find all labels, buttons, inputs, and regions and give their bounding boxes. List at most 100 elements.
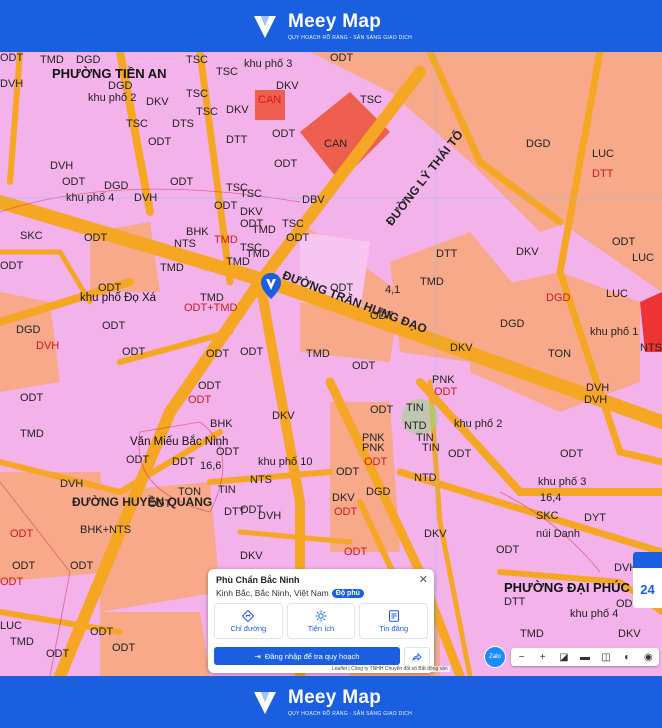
land-use-label: ODT bbox=[370, 310, 394, 322]
land-use-label: khu phố 4 bbox=[66, 192, 115, 204]
land-use-label: 16,6 bbox=[200, 460, 222, 472]
land-use-label: ODT bbox=[0, 576, 24, 588]
location-pin-icon[interactable] bbox=[261, 273, 281, 299]
ruler-icon[interactable]: ▬ bbox=[579, 651, 591, 663]
land-use-label: ODT bbox=[10, 528, 34, 540]
land-use-label: DGD bbox=[546, 292, 571, 304]
opacity-icon[interactable]: ◐ bbox=[621, 651, 633, 663]
land-use-label: DTT bbox=[592, 168, 614, 180]
popup-title: Phù Chẩn Bắc Ninh bbox=[216, 575, 300, 585]
brand-logo[interactable]: Meey Map QUY HOẠCH RÕ RÀNG - SẴN SÀNG GI… bbox=[250, 11, 412, 41]
brand-logo-bottom[interactable]: Meey Map QUY HOẠCH RÕ RÀNG - SẴN SÀNG GI… bbox=[250, 687, 412, 717]
land-use-label: PNK bbox=[362, 442, 385, 454]
land-use-label: khu phố 4 bbox=[570, 608, 619, 620]
land-use-label: khu phố 3 bbox=[244, 58, 293, 70]
land-use-label: TSC bbox=[216, 66, 238, 78]
meey-logo-icon bbox=[253, 692, 276, 714]
zoom-out-icon[interactable]: − bbox=[516, 651, 528, 663]
land-use-label: ODT bbox=[122, 346, 146, 358]
land-use-label: núi Danh bbox=[536, 528, 581, 540]
land-use-label: TMD bbox=[252, 224, 276, 236]
land-use-label: DTT bbox=[436, 248, 458, 260]
land-use-label: ODT bbox=[214, 200, 238, 212]
land-use-label: ODT bbox=[336, 466, 360, 478]
land-use-label: ODT bbox=[334, 506, 358, 518]
land-use-label: DKV bbox=[240, 550, 263, 562]
land-use-label: ODT bbox=[20, 392, 44, 404]
land-use-label: TIN bbox=[406, 402, 424, 414]
land-use-label: LUC bbox=[606, 288, 629, 300]
land-use-label: DVH bbox=[60, 478, 84, 490]
map-attribution[interactable]: Leaflet | Công ty TNHH Chuyển đổi số Bất… bbox=[330, 666, 450, 672]
login-label: Đăng nhập để tra quy hoạch bbox=[264, 651, 360, 661]
land-use-label: khu phố Đọ Xá bbox=[80, 292, 157, 304]
locate-icon[interactable]: ◉ bbox=[642, 651, 654, 663]
split-view-icon[interactable]: ◫ bbox=[600, 651, 612, 663]
land-use-label: DKV bbox=[240, 206, 263, 218]
land-use-label: NTS bbox=[174, 238, 196, 250]
land-use-label: DBV bbox=[302, 194, 325, 206]
land-use-label: DGD bbox=[76, 54, 101, 66]
land-use-label: ODT bbox=[90, 626, 114, 638]
land-use-label: DVH bbox=[50, 160, 74, 172]
land-use-label: ODT bbox=[364, 456, 388, 468]
land-use-label: TMD bbox=[40, 54, 64, 66]
land-use-label: DVH bbox=[584, 394, 608, 406]
land-use-label: khu phố 2 bbox=[454, 418, 503, 430]
land-use-label: DKV bbox=[226, 104, 249, 116]
listings-button[interactable]: Tin đăng bbox=[359, 603, 429, 639]
land-use-label: TMD bbox=[20, 428, 44, 440]
land-use-label: DKV bbox=[332, 492, 355, 504]
land-use-label: DGD bbox=[16, 324, 41, 336]
login-button[interactable]: ⇥ Đăng nhập để tra quy hoạch bbox=[214, 647, 400, 665]
land-use-label: SKC bbox=[20, 230, 43, 242]
land-use-label: ODT bbox=[62, 176, 86, 188]
share-button[interactable] bbox=[404, 647, 430, 667]
land-use-label: ODT bbox=[46, 648, 70, 660]
zoom-in-icon[interactable]: + bbox=[537, 651, 549, 663]
land-use-label: TSC bbox=[226, 182, 248, 194]
popup-address-text: Kinh Bắc, Bắc Ninh, Việt Nam bbox=[216, 588, 329, 598]
location-popup: Phù Chẩn Bắc Ninh Kinh Bắc, Bắc Ninh, Vi… bbox=[208, 569, 434, 673]
directions-button[interactable]: Chỉ đường bbox=[214, 603, 283, 639]
meey-logo-icon bbox=[253, 16, 276, 38]
share-icon bbox=[412, 652, 422, 662]
land-use-label: TSC bbox=[186, 54, 208, 66]
land-use-label: BHK bbox=[210, 418, 233, 430]
ad-number: 24 bbox=[640, 582, 655, 597]
brand-name: Meey Map bbox=[287, 10, 382, 32]
brand-name: Meey Map bbox=[287, 686, 382, 708]
land-use-label: NTS bbox=[640, 342, 662, 354]
coverage-badge[interactable]: Độ phủ bbox=[331, 588, 364, 598]
land-use-label: TMD bbox=[10, 636, 34, 648]
ad-card[interactable]: 24 bbox=[633, 552, 662, 608]
close-icon[interactable]: ✕ bbox=[419, 573, 428, 586]
brand-tagline: QUY HOẠCH RÕ RÀNG - SẴN SÀNG GIAO DỊCH bbox=[287, 34, 413, 41]
land-use-label: DVH bbox=[586, 382, 610, 394]
land-use-label: DYT bbox=[584, 512, 606, 524]
land-use-label: ODT bbox=[206, 348, 230, 360]
land-use-label: ODT bbox=[344, 546, 368, 558]
land-use-label: TSC bbox=[196, 106, 218, 118]
land-use-label: ODT bbox=[188, 394, 212, 406]
amenities-label: Tiện ích bbox=[307, 623, 335, 633]
land-use-label: DGD bbox=[500, 318, 525, 330]
land-use-label: CAN bbox=[258, 94, 282, 106]
land-use-label: CAN bbox=[324, 138, 348, 150]
land-use-label: NTD bbox=[404, 420, 427, 432]
land-use-label: ODT bbox=[216, 446, 240, 458]
land-use-label: DVH bbox=[36, 340, 60, 352]
land-use-label: NTS bbox=[250, 474, 272, 486]
popup-address: Kinh Bắc, Bắc Ninh, Việt Nam Độ phủ bbox=[216, 588, 364, 598]
layers-icon[interactable]: ◪ bbox=[558, 651, 570, 663]
land-use-label: DTS bbox=[172, 118, 194, 130]
amenities-button[interactable]: Tiện ích bbox=[286, 603, 356, 639]
land-use-label: TIN bbox=[422, 442, 440, 454]
land-use-label: khu phố 2 bbox=[88, 92, 137, 104]
zalo-chat-button[interactable]: Zalo bbox=[484, 646, 506, 668]
land-use-label: DGD bbox=[526, 138, 551, 150]
land-use-label: ODT bbox=[352, 360, 376, 372]
land-use-label: ODT bbox=[240, 346, 264, 358]
land-use-label: 16,4 bbox=[540, 492, 562, 504]
land-use-label: ODT bbox=[12, 560, 36, 572]
